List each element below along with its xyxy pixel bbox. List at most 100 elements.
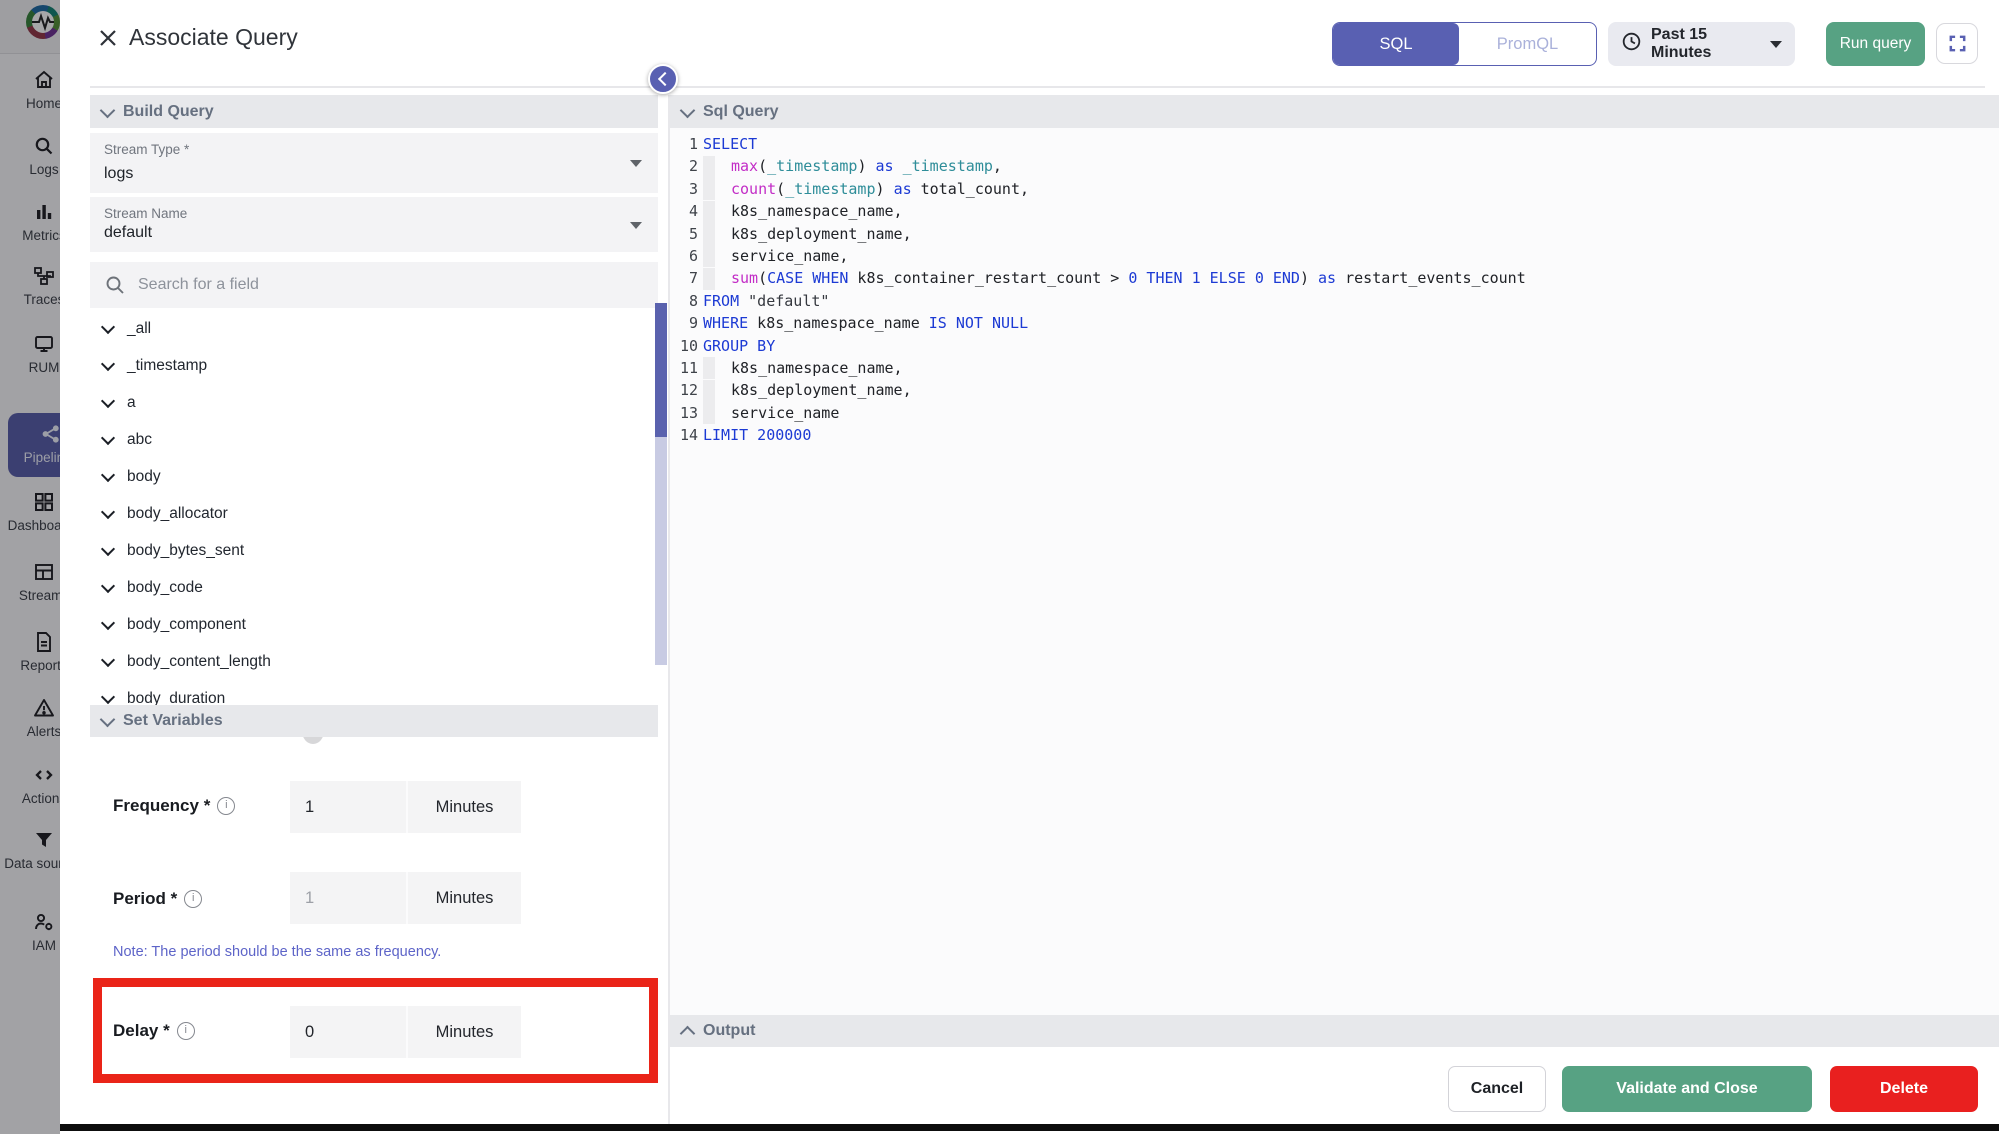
chevron-down-icon: [680, 102, 696, 118]
field-name: body_bytes_sent: [127, 542, 244, 560]
highlight-box: [93, 978, 658, 1083]
field-list-scrollbar[interactable]: [655, 303, 667, 665]
line-number: 10: [672, 335, 703, 357]
field-row-body_code[interactable]: body_code: [90, 569, 658, 606]
validate-and-close-button[interactable]: Validate and Close: [1562, 1066, 1812, 1112]
code-line-5: 5k8s_deployment_name,: [672, 223, 1526, 245]
chevron-down-icon: [101, 394, 115, 408]
output-section-header[interactable]: Output: [670, 1015, 1999, 1047]
code-line-9: 9WHERE k8s_namespace_name IS NOT NULL: [672, 312, 1526, 334]
stream-type-select[interactable]: Stream Type * logs: [90, 133, 658, 193]
stream-name-label: Stream Name: [104, 206, 187, 221]
stream-type-label: Stream Type *: [104, 142, 189, 157]
set-variables-section-header[interactable]: Set Variables: [90, 705, 658, 737]
field-list: _all _timestampa abc body body_allocatorbody…: [90, 310, 658, 705]
close-icon[interactable]: [96, 26, 120, 50]
collapse-panel-button[interactable]: [648, 64, 678, 94]
field-row-a[interactable]: a: [90, 384, 658, 421]
field-row-body_bytes_sent[interactable]: body_bytes_sent: [90, 532, 658, 569]
field-name: a: [127, 394, 136, 412]
chevron-down-icon: [101, 653, 115, 667]
field-name: body_component: [127, 616, 246, 634]
line-number: 2: [672, 155, 703, 177]
line-number: 3: [672, 178, 703, 200]
chevron-down-icon: [630, 222, 642, 229]
code-line-content: SELECT: [703, 133, 757, 155]
field-row-body[interactable]: body: [90, 458, 658, 495]
code-line-content: GROUP BY: [703, 335, 775, 357]
window-bottom-edge: [60, 1124, 1999, 1131]
build-query-section-header[interactable]: Build Query: [90, 95, 658, 128]
code-line-1: 1SELECT: [672, 133, 1526, 155]
field-row-body_component[interactable]: body_component: [90, 606, 658, 643]
code-line-11: 11k8s_namespace_name,: [672, 357, 1526, 379]
frequency-label: Frequency *: [113, 796, 235, 816]
field-row-abc[interactable]: abc: [90, 421, 658, 458]
info-icon[interactable]: [217, 797, 235, 815]
time-range-dropdown[interactable]: Past 15 Minutes: [1608, 22, 1795, 66]
sql-query-section-header[interactable]: Sql Query: [670, 95, 1999, 128]
frequency-input-group: 1 Minutes: [290, 781, 521, 833]
field-search-input[interactable]: Search for a field: [90, 262, 658, 308]
chevron-down-icon: [101, 357, 115, 371]
time-range-label: Past 15 Minutes: [1651, 26, 1761, 62]
code-line-13: 13service_name: [672, 402, 1526, 424]
field-search-placeholder: Search for a field: [138, 276, 259, 294]
line-number: 11: [672, 357, 703, 379]
field-name: body_duration: [127, 690, 225, 706]
chevron-down-icon: [101, 468, 115, 482]
line-number: 1: [672, 133, 703, 155]
field-row-_all[interactable]: _all: [90, 310, 658, 347]
chevron-down-icon: [100, 102, 116, 118]
code-line-content: k8s_deployment_name,: [703, 223, 912, 245]
line-number: 14: [672, 424, 703, 446]
code-line-12: 12k8s_deployment_name,: [672, 379, 1526, 401]
delete-button[interactable]: Delete: [1830, 1066, 1978, 1112]
frequency-unit: Minutes: [406, 781, 521, 833]
code-line-content: service_name,: [703, 245, 848, 267]
line-number: 12: [672, 379, 703, 401]
info-icon[interactable]: [184, 890, 202, 908]
stream-name-select[interactable]: Stream Name default: [90, 197, 658, 252]
frequency-input[interactable]: 1: [290, 781, 406, 833]
build-query-label: Build Query: [123, 103, 214, 121]
field-row-body_content_length[interactable]: body_content_length: [90, 643, 658, 680]
field-name: body: [127, 468, 161, 486]
tab-promql[interactable]: PromQL: [1459, 23, 1596, 65]
code-line-3: 3count(_timestamp) as total_count,: [672, 178, 1526, 200]
chevron-down-icon: [630, 160, 642, 167]
fullscreen-button[interactable]: [1936, 23, 1978, 64]
chevron-down-icon: [1770, 41, 1782, 48]
field-name: _all: [127, 320, 151, 338]
field-row-body_duration[interactable]: body_duration: [90, 680, 658, 705]
chevron-down-icon: [101, 431, 115, 445]
period-label: Period *: [113, 889, 202, 909]
field-name: abc: [127, 431, 152, 449]
field-row-body_allocator[interactable]: body_allocator: [90, 495, 658, 532]
field-name: _timestamp: [127, 357, 207, 375]
scrollbar-thumb[interactable]: [655, 303, 667, 437]
query-language-toggle: SQL PromQL: [1332, 22, 1597, 66]
code-line-4: 4k8s_namespace_name,: [672, 200, 1526, 222]
clock-icon: [1621, 31, 1642, 57]
code-line-7: 7sum(CASE WHEN k8s_container_restart_cou…: [672, 267, 1526, 289]
field-name: body_code: [127, 579, 203, 597]
period-input[interactable]: 1: [290, 872, 406, 924]
field-row-_timestamp[interactable]: _timestamp: [90, 347, 658, 384]
line-number: 8: [672, 290, 703, 312]
header-divider: [90, 86, 1985, 88]
output-label: Output: [703, 1022, 755, 1040]
associate-query-screen: HomeLogsMetricsTracesRUMPipelinesDashboa…: [0, 0, 1999, 1134]
cancel-button[interactable]: Cancel: [1448, 1066, 1546, 1112]
chevron-down-icon: [101, 542, 115, 556]
tab-sql[interactable]: SQL: [1333, 23, 1459, 65]
field-name: body_allocator: [127, 505, 228, 523]
sql-code-editor[interactable]: 1SELECT2max(_timestamp) as _timestamp,3c…: [672, 133, 1526, 447]
code-line-14: 14LIMIT 200000: [672, 424, 1526, 446]
code-line-2: 2max(_timestamp) as _timestamp,: [672, 155, 1526, 177]
run-query-button[interactable]: Run query: [1826, 22, 1925, 66]
chevron-down-icon: [101, 320, 115, 334]
code-line-content: k8s_namespace_name,: [703, 357, 903, 379]
app-sidebar: HomeLogsMetricsTracesRUMPipelinesDashboa…: [0, 0, 60, 1134]
chevron-down-icon: [101, 616, 115, 630]
